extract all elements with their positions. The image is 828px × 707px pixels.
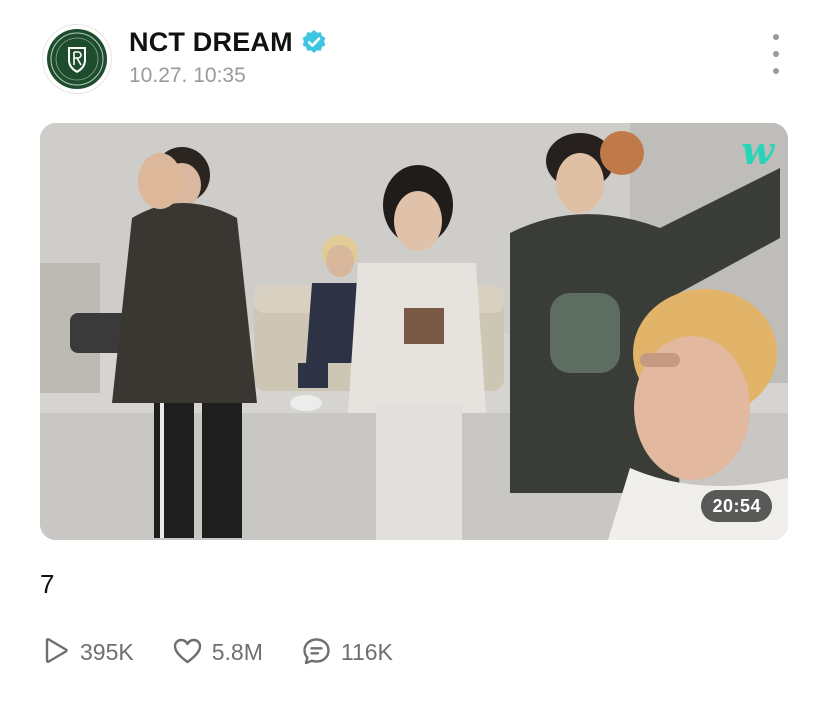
heart-outline-icon <box>173 638 201 664</box>
play-outline-icon <box>45 637 68 664</box>
post-caption: 7 <box>40 569 55 599</box>
crest-logo-icon <box>47 29 107 89</box>
comment-button[interactable]: 116K <box>301 636 393 667</box>
comment-count-value: 116K <box>340 638 393 665</box>
like-button[interactable]: 5.8M <box>172 636 263 667</box>
play-count: 395K <box>40 636 134 667</box>
comment-bubble-icon <box>303 638 330 665</box>
like-count-value: 5.8M <box>211 638 263 665</box>
engagement-stats: 395K 5.8M 116K <box>40 636 431 667</box>
more-options-button[interactable] <box>765 34 787 74</box>
vertical-ellipsis-icon <box>773 34 779 40</box>
play-count-value: 395K <box>80 638 134 665</box>
post-timestamp: 10.27. 10:35 <box>129 64 246 87</box>
post-card: NCT DREAM 10.27. 10:35 w 20:54 7 395K 5.… <box>0 0 828 707</box>
video-frame-image <box>40 123 788 540</box>
weverse-logo: w <box>741 128 774 173</box>
verified-check-icon <box>302 30 326 53</box>
artist-avatar[interactable] <box>42 24 112 94</box>
author-name[interactable]: NCT DREAM <box>129 26 293 58</box>
video-duration-badge: 20:54 <box>701 490 772 522</box>
author-row: NCT DREAM <box>129 26 327 58</box>
video-thumbnail[interactable]: w 20:54 <box>40 123 788 540</box>
